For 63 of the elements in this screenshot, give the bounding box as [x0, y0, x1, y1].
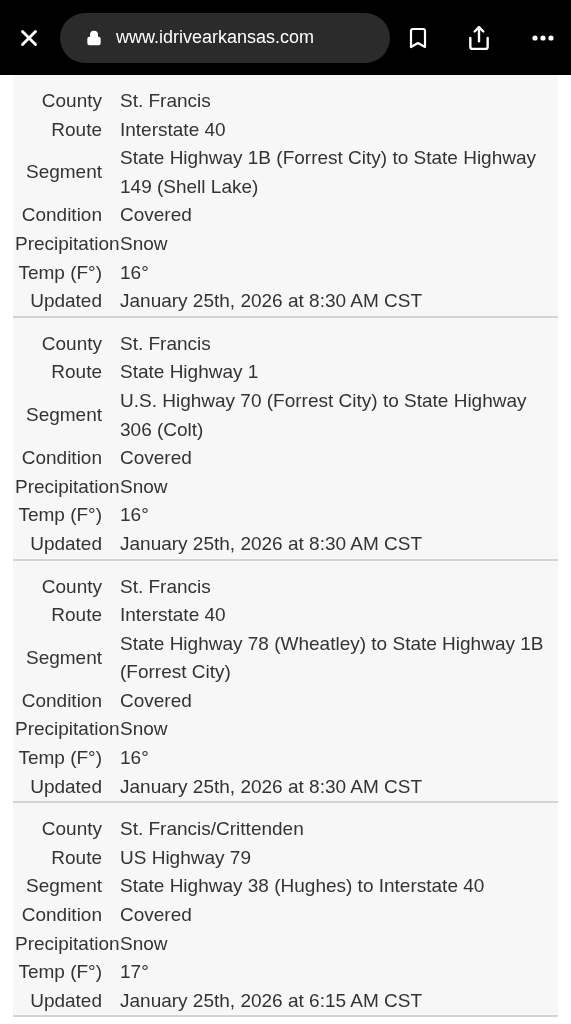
- field-label: Updated: [30, 989, 102, 1011]
- field-label: Segment: [25, 161, 102, 183]
- lock-icon: [86, 29, 102, 46]
- field-label: County: [41, 818, 102, 840]
- field-label: Temp (F°): [18, 747, 102, 769]
- field-label: Updated: [30, 290, 102, 312]
- field-value: US Highway 79: [120, 845, 252, 870]
- field-value: St. Francis: [120, 574, 212, 599]
- field-label: Segment: [25, 875, 102, 897]
- field-label: Precipitation: [15, 232, 120, 254]
- url-text: www.idrivearkansas.com: [116, 26, 315, 49]
- field-label: Segment: [25, 647, 102, 668]
- address-bar[interactable]: www.idrivearkansas.com: [60, 12, 390, 63]
- field-label: Precipitation: [15, 932, 120, 954]
- field-label: Temp (F°): [18, 961, 102, 983]
- share-button[interactable]: [466, 24, 492, 51]
- field-value: Covered: [120, 903, 193, 928]
- field-value: Covered: [120, 446, 193, 471]
- field-value: State Highway 1: [120, 360, 260, 385]
- field-label: Condition: [21, 447, 102, 469]
- field-label: Updated: [30, 532, 102, 554]
- field-label: Route: [51, 846, 102, 868]
- field-value: Snow: [120, 231, 169, 256]
- field-label: Segment: [25, 404, 102, 426]
- field-value: State Highway 1B (Forrest City) to State Highway 149 (Shell Lake): [120, 146, 538, 199]
- field-label: Route: [51, 604, 102, 626]
- field-label: Updated: [30, 775, 102, 797]
- more-button[interactable]: [532, 34, 554, 41]
- field-value: 16°: [120, 260, 150, 285]
- field-value: 16°: [120, 503, 150, 528]
- field-label: County: [41, 90, 102, 111]
- field-label: Condition: [21, 204, 102, 226]
- field-label: County: [41, 332, 102, 354]
- field-value: Snow: [120, 474, 169, 499]
- field-value: 17°: [120, 960, 150, 985]
- field-value: Covered: [120, 688, 193, 713]
- field-value: January 25th, 2026 at 8:30 AM CST: [120, 531, 424, 556]
- field-label: Precipitation: [15, 718, 120, 740]
- field-value: State Highway 78 (Wheatley) to State Highway 1B (Forrest City): [120, 631, 545, 685]
- field-value: Snow: [120, 717, 169, 742]
- field-label: Condition: [21, 689, 102, 711]
- field-value: 16°: [120, 746, 150, 771]
- share-icon: [466, 24, 492, 51]
- field-value: Interstate 40: [120, 117, 227, 142]
- field-label: Temp (F°): [18, 504, 102, 526]
- field-value: State Highway 38 (Hughes) to Interstate 40: [120, 874, 486, 899]
- field-value: January 25th, 2026 at 6:15 AM CST: [120, 988, 424, 1013]
- field-value: St. Francis: [120, 89, 212, 113]
- field-label: Temp (F°): [18, 261, 102, 283]
- field-label: County: [41, 575, 102, 597]
- field-label: Route: [51, 118, 102, 140]
- field-value: St. Francis: [120, 331, 212, 356]
- field-value: Covered: [120, 203, 193, 228]
- field-value: St. Francis/Crittenden: [120, 817, 305, 842]
- field-value: Interstate 40: [120, 603, 227, 628]
- field-value: U.S. Highway 70 (Forrest City) to State Highway 306 (Colt): [120, 388, 528, 442]
- field-value: Snow: [120, 931, 169, 956]
- field-label: Precipitation: [15, 475, 120, 497]
- field-value: January 25th, 2026 at 8:30 AM CST: [120, 774, 424, 799]
- field-value: January 25th, 2026 at 8:30 AM CST: [120, 289, 424, 314]
- more-icon: [532, 34, 554, 41]
- field-label: Route: [51, 361, 102, 383]
- field-label: Condition: [21, 904, 102, 926]
